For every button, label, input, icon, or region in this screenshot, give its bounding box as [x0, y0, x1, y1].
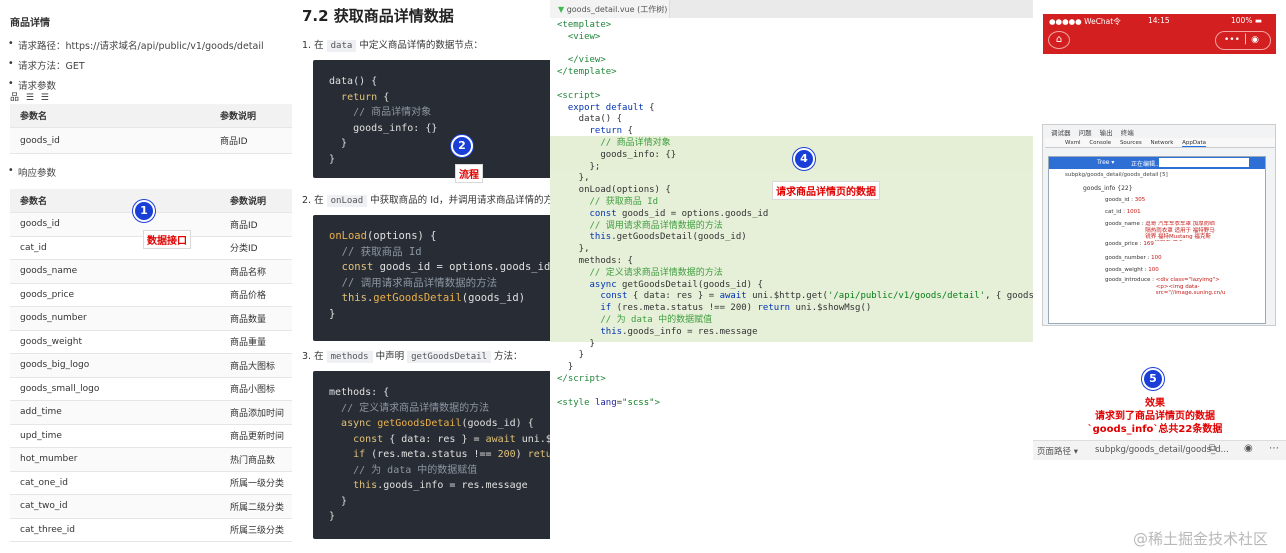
devtools-subtabs[interactable]: Wxml Console Sources Network AppData: [1045, 138, 1275, 148]
param-name: goods_big_logo: [10, 353, 220, 378]
tree-goods-info[interactable]: goods_info {22}: [1083, 185, 1133, 192]
param-name: cat_three_id: [10, 518, 220, 542]
param-name: add_time: [10, 400, 220, 425]
param-desc: 所属二级分类: [220, 494, 292, 519]
code-block-onload: onLoad(options) { // 获取商品 Id const goods…: [313, 215, 550, 341]
watermark: @稀土掘金技术社区: [1132, 530, 1268, 548]
doc-toolbar[interactable]: 品 ☰ ☰: [10, 90, 51, 103]
api-path: 请求路径：https://请求域名/api/public/v1/goods/de…: [8, 38, 264, 52]
param-name: goods_small_logo: [10, 377, 220, 401]
page-path-bar: 页面路径 ▾ subpkg/goods_detail/goods_d... ⧉ …: [1033, 440, 1286, 460]
doc-panel: 7.2 获取商品详情数据 1. 在 data 中定义商品详情的数据节点： dat…: [300, 0, 550, 553]
param-name: goods_weight: [10, 330, 220, 354]
annotation-5-marker: 5: [1142, 368, 1164, 390]
home-icon[interactable]: ⌂: [1048, 31, 1070, 49]
param-desc: 商品价格: [220, 283, 292, 307]
api-title: 商品详情: [10, 18, 50, 29]
param-desc: 商品更新时间: [220, 424, 292, 448]
eye-icon[interactable]: ◉: [1244, 443, 1253, 454]
param-desc: 所属三级分类: [220, 518, 292, 542]
table-row: cat_three_id 所属三级分类: [10, 518, 292, 542]
param-name: goods_number: [10, 306, 220, 331]
param-desc: 商品重量: [220, 330, 292, 354]
editor-code[interactable]: <template> <view> </view> </template> <s…: [557, 20, 1033, 420]
param-name: cat_one_id: [10, 471, 220, 495]
table-row: goods_big_logo 商品大图标: [10, 353, 292, 378]
step-3: 3. 在 methods 中声明 getGoodsDetail 方法：: [302, 351, 523, 363]
table-header: 参数名 参数说明: [10, 104, 292, 128]
param-desc: 商品名称: [220, 259, 292, 284]
search-input[interactable]: [1159, 158, 1249, 167]
annotation-2-marker: 2: [451, 135, 473, 157]
tree-path: subpkg/goods_detail/goods_detail [5]: [1065, 172, 1168, 178]
appdata-tree: Tree ▾ 正在编辑... subpkg/goods_detail/goods…: [1048, 156, 1266, 324]
api-method: 请求方法：GET: [8, 58, 85, 72]
param-desc: 商品添加时间: [220, 400, 292, 425]
devtools-tabs[interactable]: 调试器 问题 输出 终端: [1051, 127, 1134, 137]
param-name: hot_mumber: [10, 447, 220, 472]
tree-toolbar: Tree ▾ 正在编辑...: [1049, 157, 1265, 169]
section-heading: 7.2 获取商品详情数据: [302, 7, 454, 25]
param-name: upd_time: [10, 424, 220, 448]
tree-field[interactable]: goods_price : 169: [1105, 241, 1265, 248]
more-icon[interactable]: ⋯: [1269, 443, 1279, 454]
tree-field[interactable]: goods_id : 305: [1105, 197, 1265, 204]
param-desc: 商品小图标: [220, 377, 292, 401]
clock: 14:15: [1148, 16, 1170, 25]
tree-field[interactable]: goods_weight : 100: [1105, 267, 1265, 274]
annotation-1-label: 数据接口: [143, 230, 191, 249]
code-block-methods: methods: { // 定义请求商品详情数据的方法 async getGoo…: [313, 371, 550, 539]
table-row: hot_mumber 热门商品数: [10, 447, 292, 472]
table-row: add_time 商品添加时间: [10, 400, 292, 425]
code-editor: ▼ goods_detail.vue (工作树) <template> <vie…: [550, 0, 1033, 420]
tree-field[interactable]: goods_introduce : <div class="lazyimg"><…: [1105, 277, 1265, 297]
response-params-label: 响应参数: [8, 165, 56, 179]
param-name: cat_two_id: [10, 494, 220, 519]
tree-field[interactable]: goods_name : 逗哥 汽车车衣车罩 加厚防晒隔热雨衣罩 适用于 福特野…: [1105, 221, 1265, 241]
table-row: cat_two_id 所属二级分类: [10, 494, 292, 519]
step-2: 2. 在 onLoad 中获取商品的 Id，并调用请求商品详情的方: [302, 195, 550, 207]
param-desc: 所属一级分类: [220, 471, 292, 495]
param-desc: 热门商品数: [220, 447, 292, 472]
annotation-4-marker: 4: [793, 148, 815, 170]
editor-tab[interactable]: ▼ goods_detail.vue (工作树): [550, 0, 670, 18]
table-row: cat_one_id 所属一级分类: [10, 471, 292, 495]
api-doc-panel: 商品详情 请求路径：https://请求域名/api/public/v1/goo…: [0, 0, 300, 553]
copy-icon[interactable]: ⧉: [1209, 443, 1216, 454]
battery: 100% ▬: [1231, 16, 1262, 25]
param-desc: 分类ID: [220, 236, 292, 260]
table-row: goods_number 商品数量: [10, 306, 292, 331]
annotation-5-label: 效果 请求到了商品详情页的数据 `goods_info`总共22条数据: [1087, 398, 1223, 435]
request-params-table: 参数名 参数说明 goods_id 商品ID: [10, 104, 292, 154]
table-row: goods_id 商品ID: [10, 127, 292, 154]
table-row: upd_time 商品更新时间: [10, 424, 292, 448]
table-row: goods_name 商品名称: [10, 259, 292, 284]
annotation-2-label: 流程: [455, 164, 483, 183]
step-1: 1. 在 data 中定义商品详情的数据节点：: [302, 40, 483, 52]
code-block-data: data() { return { // 商品详情对象 goods_info: …: [313, 60, 550, 178]
carrier: ●●●●● WeChat令: [1049, 17, 1121, 26]
tree-field[interactable]: goods_number : 100: [1105, 255, 1265, 262]
param-name: goods_price: [10, 283, 220, 307]
table-row: goods_small_logo 商品小图标: [10, 377, 292, 401]
table-row: goods_weight 商品重量: [10, 330, 292, 354]
param-name: goods_name: [10, 259, 220, 284]
phone-header: ●●●●● WeChat令 14:15 100% ▬ ⌂ ••• │ ◉: [1043, 14, 1276, 54]
capsule-menu-icon[interactable]: ••• │ ◉: [1215, 31, 1271, 50]
annotation-1-marker: 1: [133, 200, 155, 222]
param-desc: 商品大图标: [220, 353, 292, 378]
annotation-4-label: 请求商品详情页的数据: [772, 181, 880, 200]
param-desc: 商品数量: [220, 306, 292, 331]
tree-field[interactable]: cat_id : 1001: [1105, 209, 1265, 216]
param-desc: 商品ID: [220, 212, 292, 237]
table-row: goods_price 商品价格: [10, 283, 292, 307]
